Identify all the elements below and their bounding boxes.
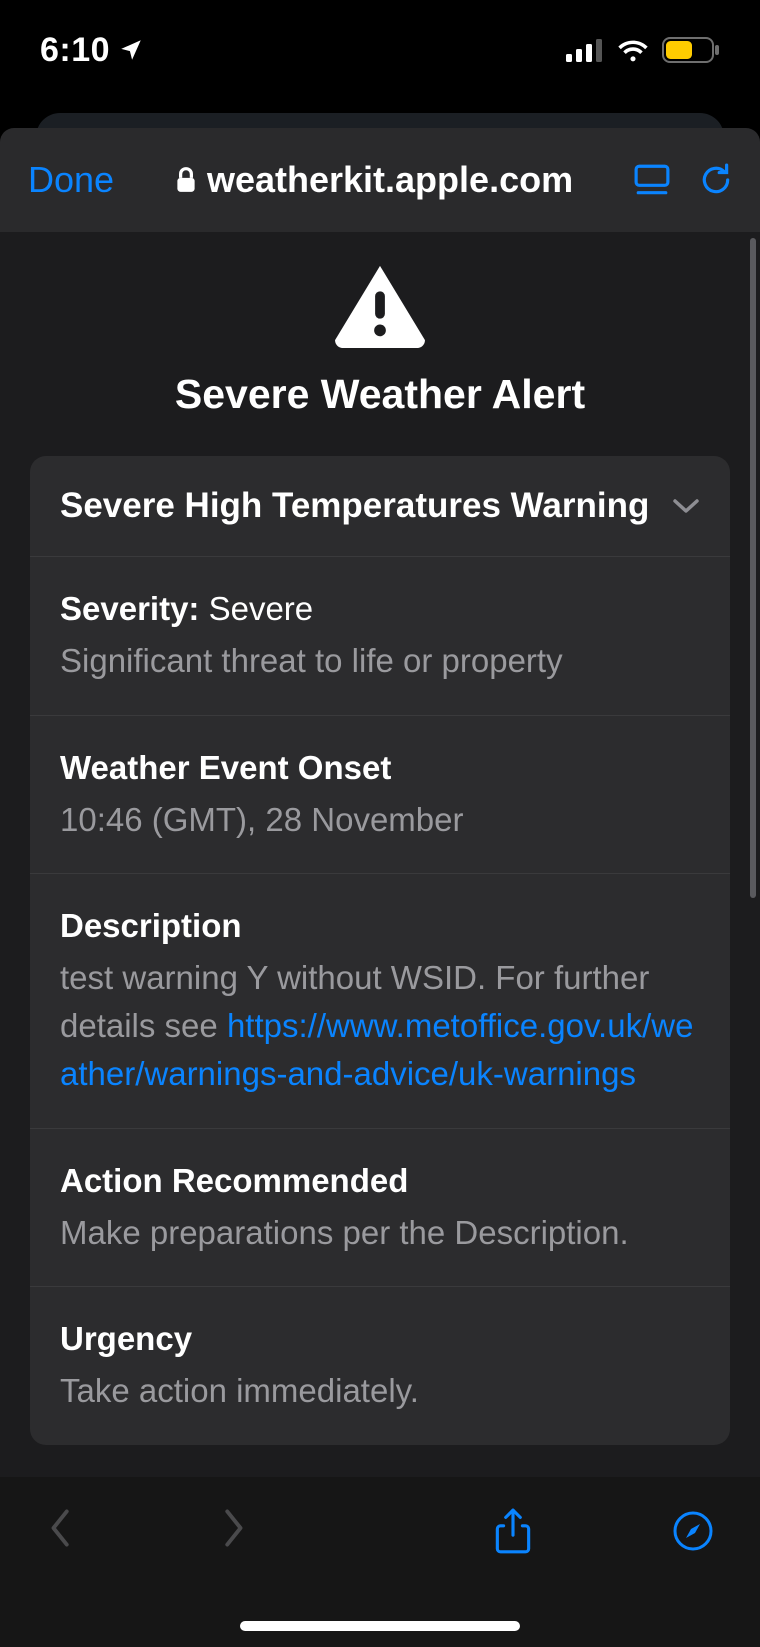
back-button (46, 1507, 72, 1549)
urgency-label: Urgency (60, 1315, 700, 1363)
severity-description: Significant threat to life or property (60, 637, 700, 685)
alert-title: Severe High Temperatures Warning (60, 486, 649, 526)
hero: Severe Weather Alert (30, 258, 730, 456)
reload-button[interactable] (700, 163, 732, 197)
cellular-icon (566, 38, 604, 62)
lock-icon (175, 166, 197, 194)
description-text: test warning Y without WSID. For further… (60, 954, 700, 1098)
forward-button (222, 1507, 248, 1549)
done-button[interactable]: Done (28, 159, 114, 201)
alert-card-header[interactable]: Severe High Temperatures Warning (30, 456, 730, 557)
urgency-section: Urgency Take action immediately. (30, 1287, 730, 1445)
page-content[interactable]: Severe Weather Alert Severe High Tempera… (0, 232, 760, 1477)
location-icon (118, 37, 144, 63)
severity-section: Severity: Severe Significant threat to l… (30, 557, 730, 716)
description-section: Description test warning Y without WSID.… (30, 874, 730, 1128)
page-title: Severe Weather Alert (30, 371, 730, 418)
status-time: 6:10 (40, 31, 110, 70)
warning-triangle-icon (331, 262, 429, 348)
status-left: 6:10 (40, 31, 144, 70)
share-button[interactable] (494, 1507, 532, 1555)
scroll-indicator[interactable] (750, 238, 756, 898)
status-bar: 6:10 (0, 0, 760, 100)
severity-value: Severe (209, 590, 314, 627)
address-bar[interactable]: weatherkit.apple.com (134, 159, 614, 201)
onset-value: 10:46 (GMT), 28 November (60, 796, 700, 844)
home-indicator[interactable] (240, 1621, 520, 1631)
reader-mode-button[interactable] (634, 164, 670, 196)
status-right (566, 37, 720, 63)
action-value: Make preparations per the Description. (60, 1209, 700, 1257)
battery-icon (662, 37, 720, 63)
url-text: weatherkit.apple.com (207, 159, 573, 201)
safari-button[interactable] (672, 1510, 714, 1552)
wifi-icon (616, 38, 650, 62)
onset-section: Weather Event Onset 10:46 (GMT), 28 Nove… (30, 716, 730, 875)
chevron-down-icon (672, 497, 700, 515)
severity-label: Severity: (60, 590, 199, 627)
description-label: Description (60, 902, 700, 950)
action-label: Action Recommended (60, 1157, 700, 1205)
action-section: Action Recommended Make preparations per… (30, 1129, 730, 1288)
browser-toolbar: Done weatherkit.apple.com (0, 128, 760, 232)
urgency-value: Take action immediately. (60, 1367, 700, 1415)
alert-card: Severe High Temperatures Warning Severit… (30, 456, 730, 1445)
onset-label: Weather Event Onset (60, 744, 700, 792)
